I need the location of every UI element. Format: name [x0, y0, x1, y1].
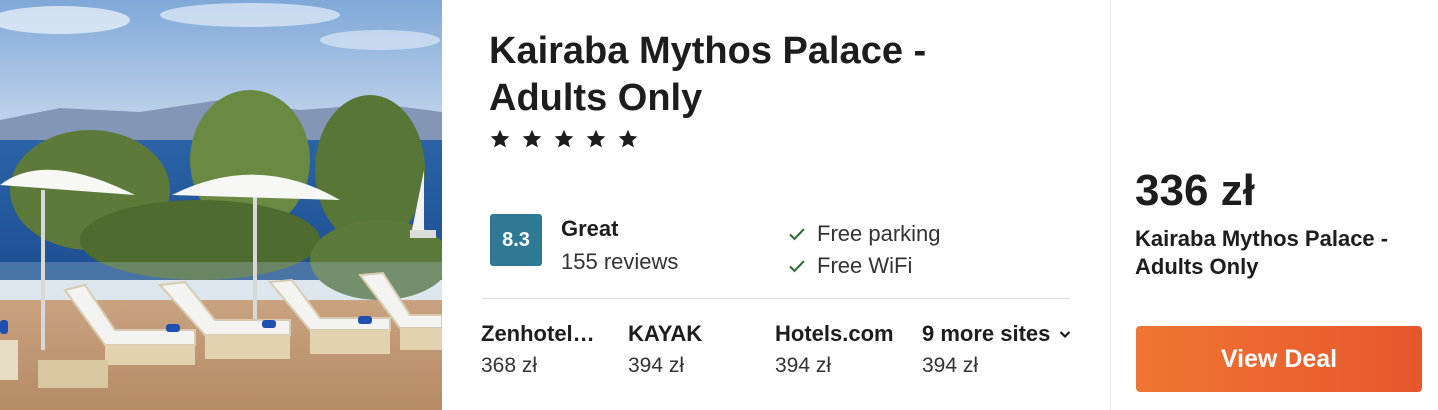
site-name: KAYAK: [628, 321, 703, 346]
amenity-label: Free parking: [817, 221, 941, 246]
star-rating: [489, 128, 639, 150]
site-name: Zenhotel…: [481, 321, 595, 346]
amenity-label: Free WiFi: [817, 253, 913, 278]
amenity-free-parking: Free parking: [787, 218, 941, 250]
star-icon: [618, 129, 638, 148]
booking-sites-row: Zenhotel… 368 zł KAYAK 394 zł Hotels.com…: [481, 320, 1101, 390]
star-icon: [554, 129, 574, 148]
site-price: 394 zł: [775, 354, 832, 377]
deal-provider: Kairaba Mythos Palace - Adults Only: [1135, 226, 1389, 279]
hotel-result-card: Kairaba Mythos Palace - Adults Only 8.3 …: [0, 0, 1438, 410]
site-kayak[interactable]: KAYAK 394 zł: [628, 320, 763, 380]
more-sites-label: 9 more sites: [922, 321, 1051, 346]
check-icon: [789, 228, 805, 241]
hotel-name[interactable]: Kairaba Mythos Palace - Adults Only: [489, 28, 1049, 122]
star-icon: [522, 129, 542, 148]
rating-label: Great: [561, 216, 619, 241]
more-sites-price: 394 zł: [922, 354, 979, 377]
site-name: Hotels.com: [775, 321, 894, 346]
site-price: 394 zł: [628, 354, 685, 377]
hotel-photo-image: [0, 0, 442, 410]
column-divider: [1110, 0, 1111, 410]
section-divider: [482, 298, 1070, 299]
more-sites-dropdown[interactable]: 9 more sites 394 zł: [922, 320, 1102, 380]
hotel-photo[interactable]: [0, 0, 442, 410]
star-icon: [490, 129, 510, 148]
site-zenhotels[interactable]: Zenhotel… 368 zł: [481, 320, 616, 380]
amenities-list: Free parking Free WiFi: [787, 218, 941, 282]
star-icon: [586, 129, 606, 148]
view-deal-button[interactable]: View Deal: [1136, 326, 1422, 392]
deal-price: 336 zł: [1135, 166, 1255, 215]
check-icon: [789, 260, 805, 273]
site-price: 368 zł: [481, 354, 538, 377]
rating-score-badge: 8.3: [490, 214, 542, 266]
site-hotels-com[interactable]: Hotels.com 394 zł: [775, 320, 910, 380]
amenity-free-wifi: Free WiFi: [787, 250, 941, 282]
chevron-down-icon: [1060, 331, 1071, 339]
review-count[interactable]: 155 reviews: [561, 249, 678, 275]
